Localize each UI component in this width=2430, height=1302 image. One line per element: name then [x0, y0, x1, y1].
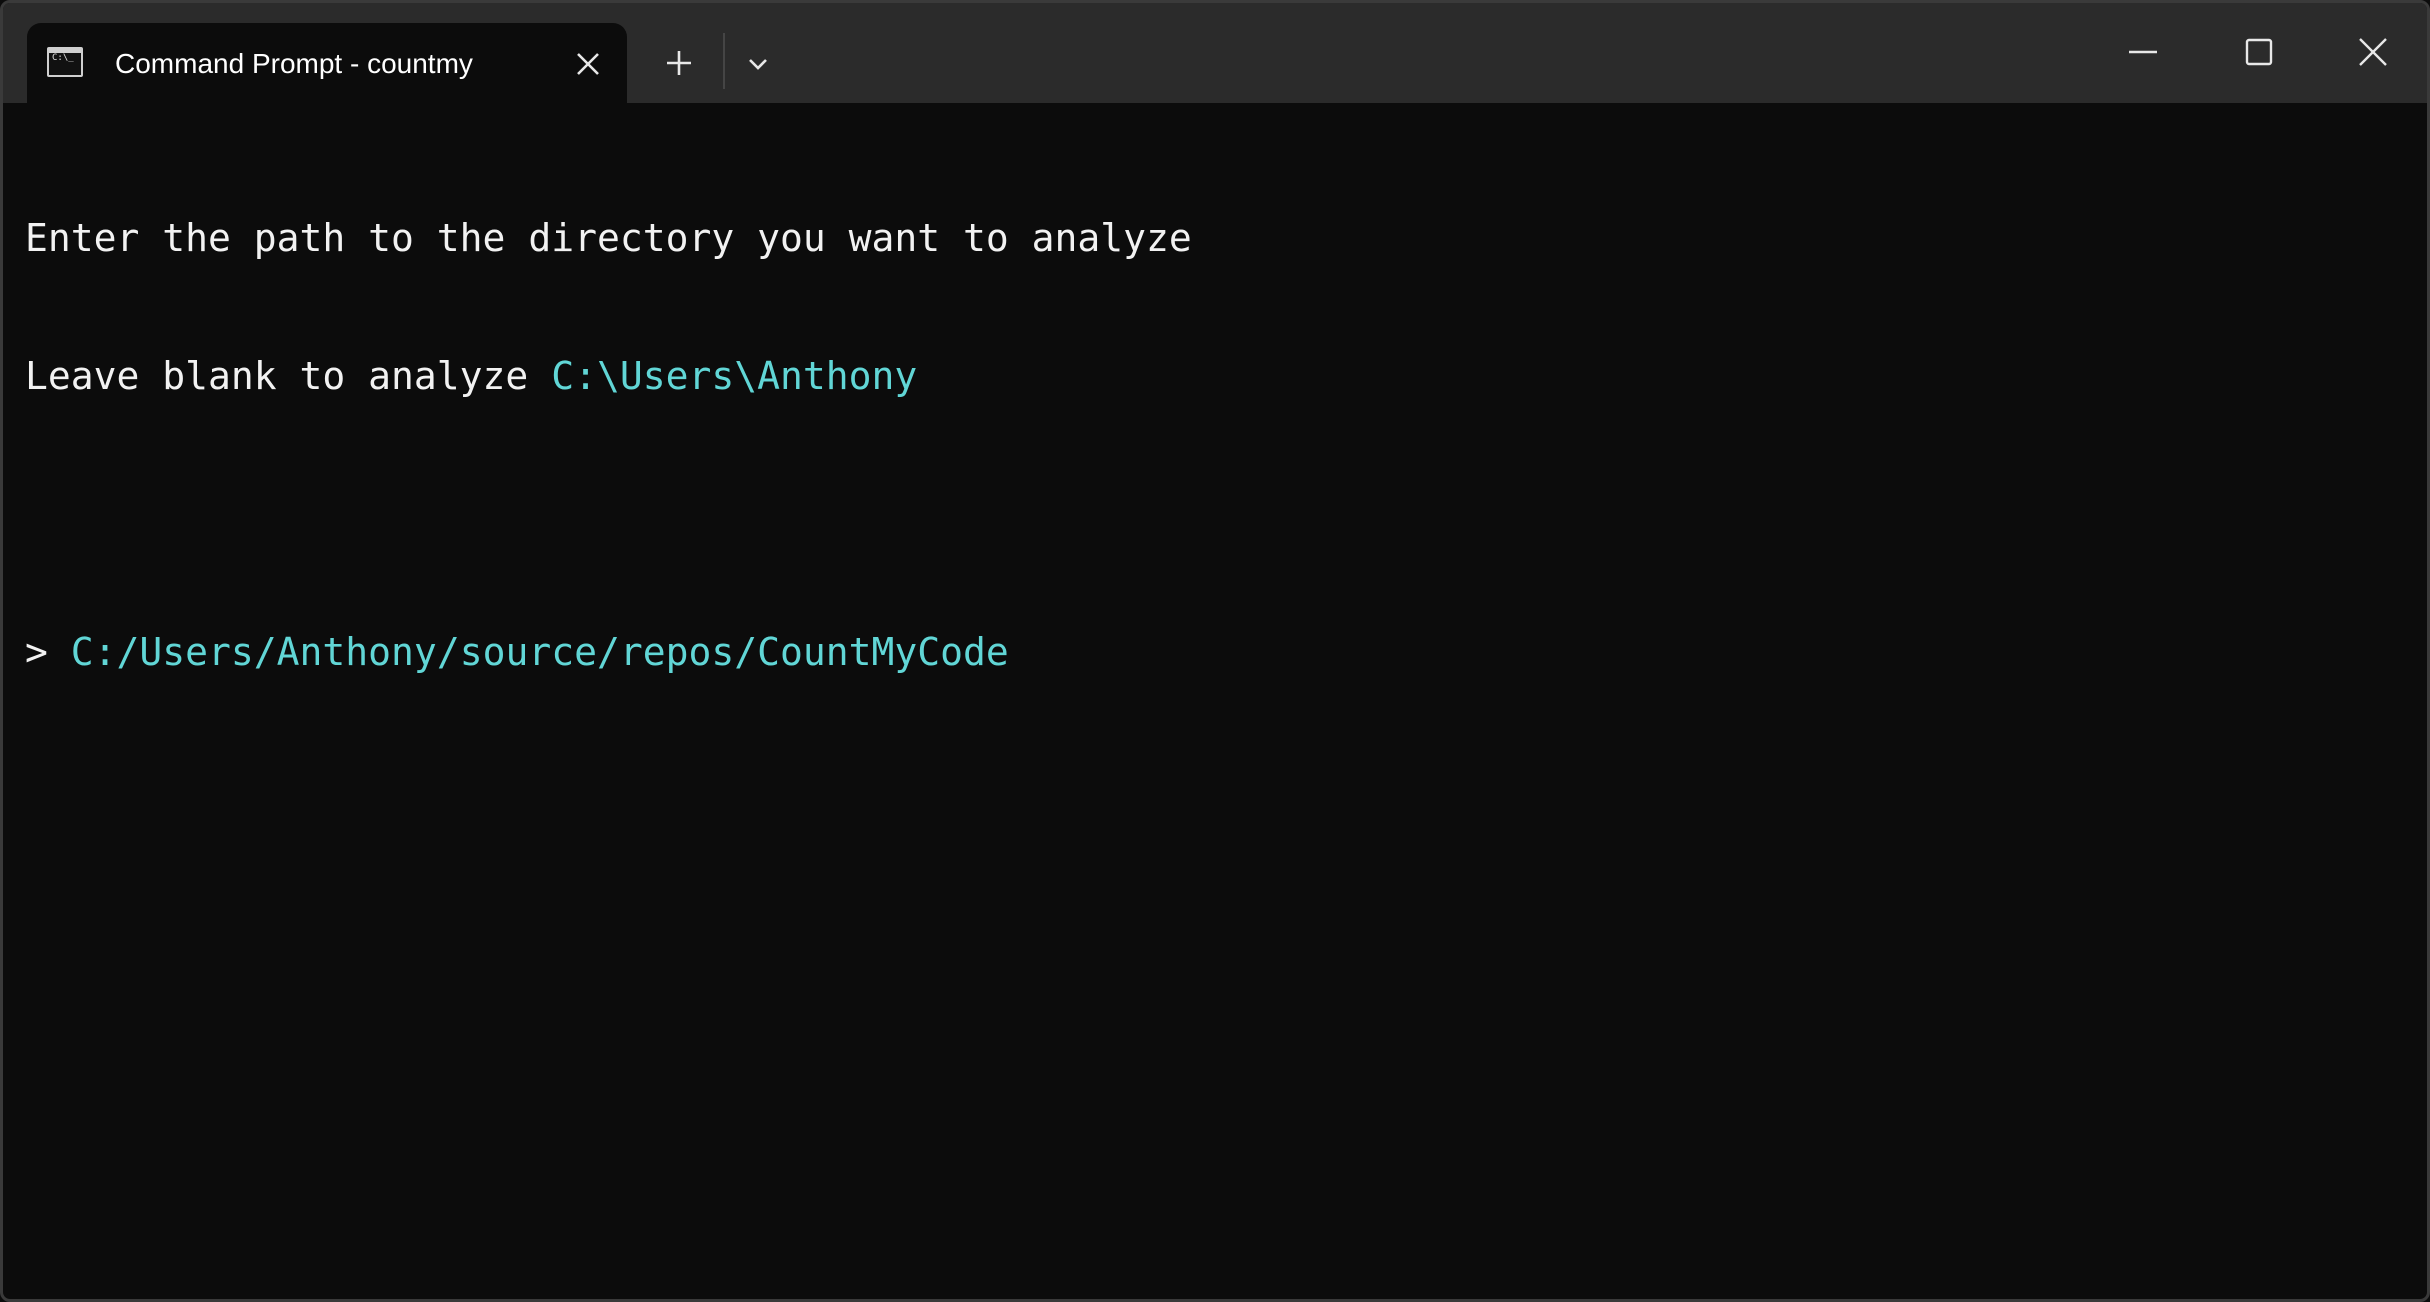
prompt-symbol: >	[25, 630, 71, 674]
tab-divider	[723, 33, 725, 89]
plus-icon	[667, 51, 691, 75]
tab-close-button[interactable]	[571, 47, 605, 81]
close-icon	[577, 53, 599, 75]
default-hint-text: Leave blank to analyze	[25, 354, 552, 398]
minimize-icon	[2129, 50, 2157, 54]
close-icon	[2359, 38, 2387, 66]
close-window-button[interactable]	[2343, 25, 2403, 81]
default-path: C:\Users\Anthony	[551, 354, 918, 398]
chevron-down-icon	[749, 59, 767, 70]
path-input[interactable]: C:/Users/Anthony/source/repos/CountMyCod…	[71, 630, 1009, 674]
cmd-icon: C:\_	[47, 47, 83, 77]
console-line-instruction: Enter the path to the directory you want…	[25, 216, 1192, 260]
minimize-button[interactable]	[2113, 25, 2173, 81]
new-tab-button[interactable]	[659, 43, 699, 83]
tab-command-prompt[interactable]: C:\_ Command Prompt - countmy	[27, 23, 627, 103]
terminal-window: C:\_ Command Prompt - countmy Enter the …	[0, 0, 2430, 1302]
console-line-default-hint: Leave blank to analyze C:\Users\Anthony	[25, 353, 2405, 399]
tab-dropdown-button[interactable]	[741, 47, 775, 81]
tab-title: Command Prompt - countmy	[115, 48, 473, 79]
maximize-icon	[2245, 38, 2273, 66]
console-output[interactable]: Enter the path to the directory you want…	[25, 123, 2405, 767]
maximize-button[interactable]	[2229, 25, 2289, 81]
console-input-line[interactable]: > C:/Users/Anthony/source/repos/CountMyC…	[25, 629, 2405, 675]
title-bar[interactable]: C:\_ Command Prompt - countmy	[3, 3, 2427, 103]
